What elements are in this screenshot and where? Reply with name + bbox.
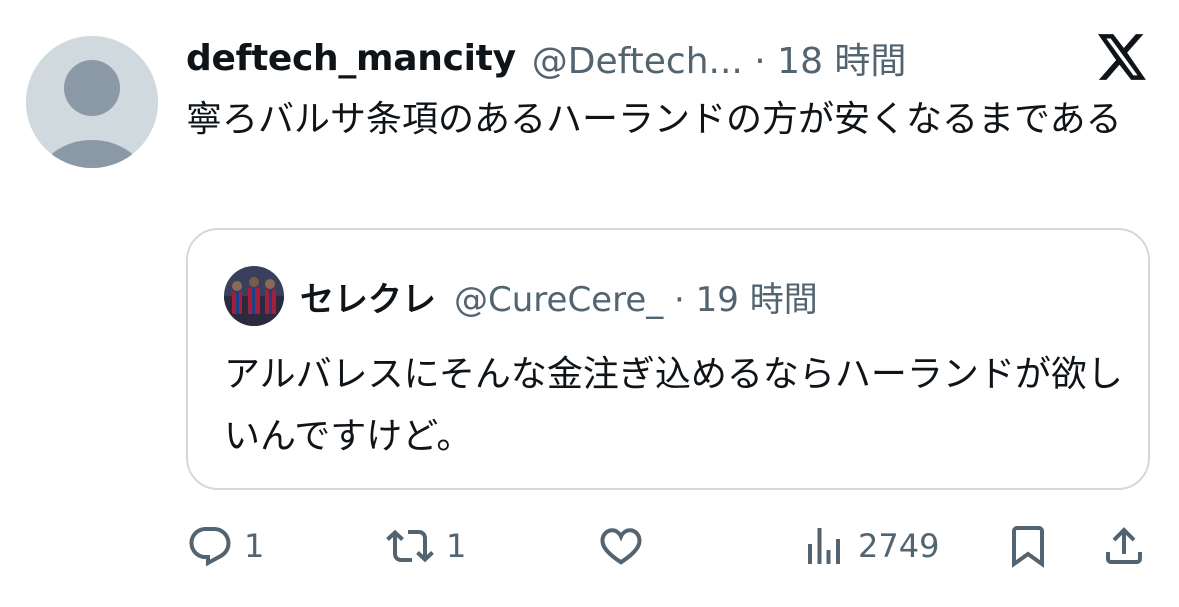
bookmark-button[interactable] xyxy=(1004,520,1052,572)
share-button[interactable] xyxy=(1100,520,1148,572)
quoted-author-display-name[interactable]: セレクレ xyxy=(300,272,436,321)
like-icon xyxy=(600,528,642,565)
reply-icon xyxy=(189,527,231,567)
quoted-author-handle-and-time[interactable]: @CureCere_ · 19 時間 xyxy=(454,272,818,321)
quoted-tweet-text: アルバレスにそんな金注ぎ込めるならハーランドが欲しいんですけど。 xyxy=(224,354,1123,457)
share-icon xyxy=(1106,527,1142,564)
view-count: 2749 xyxy=(858,527,940,565)
x-logo-icon[interactable] xyxy=(1098,34,1148,80)
views-button[interactable]: 2749 xyxy=(800,520,939,572)
tweet-text: 寧ろバルサ条項のあるハーランドの方が安くなるまである xyxy=(186,99,1122,140)
default-avatar-icon xyxy=(26,36,158,168)
quoted-tweet-header: セレクレ @CureCere_ · 19 時間 xyxy=(300,268,818,324)
reply-count: 1 xyxy=(244,527,265,565)
like-button[interactable] xyxy=(596,520,646,572)
author-handle-and-time[interactable]: @Deftech... · 18 時間 xyxy=(532,32,907,84)
retweet-icon xyxy=(386,529,434,563)
quoted-author-avatar[interactable] xyxy=(224,266,284,326)
bookmark-icon xyxy=(1012,526,1044,568)
retweet-count: 1 xyxy=(446,527,467,565)
author-avatar[interactable] xyxy=(26,36,158,168)
tweet-header: deftech_mancity @Deftech... · 18 時間 xyxy=(186,30,906,86)
reply-button[interactable]: 1 xyxy=(186,520,264,572)
retweet-button[interactable]: 1 xyxy=(384,520,466,572)
team-photo-avatar-icon xyxy=(224,266,284,326)
views-icon xyxy=(808,528,840,564)
author-display-name[interactable]: deftech_mancity xyxy=(186,38,516,79)
quoted-tweet-card[interactable]: セレクレ @CureCere_ · 19 時間 アルバレスにそんな金注ぎ込めるな… xyxy=(186,228,1150,490)
